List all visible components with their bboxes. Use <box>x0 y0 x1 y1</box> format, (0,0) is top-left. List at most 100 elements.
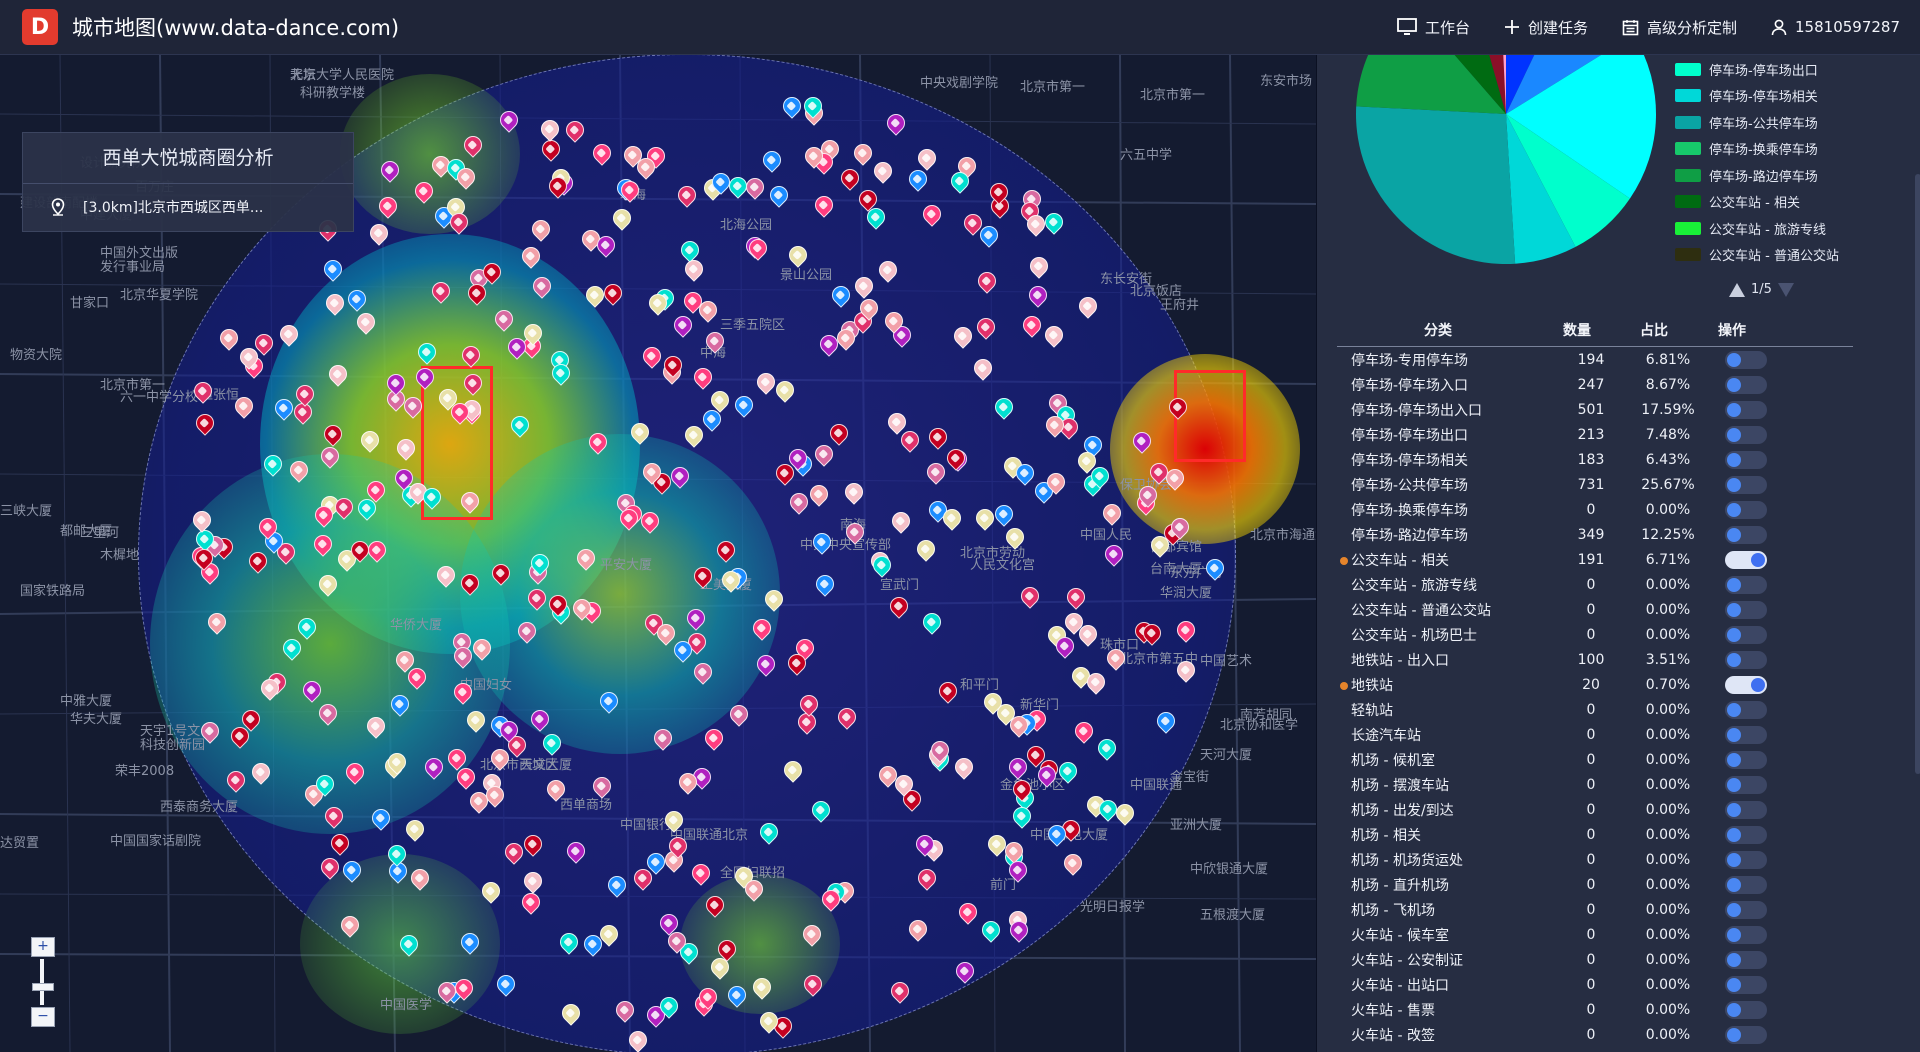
poi-marker[interactable] <box>231 393 257 419</box>
poi-marker[interactable] <box>248 759 274 785</box>
poi-marker[interactable] <box>315 571 341 597</box>
poi-marker[interactable] <box>491 306 517 332</box>
poi-marker[interactable] <box>227 723 253 749</box>
poi-marker[interactable] <box>927 737 953 763</box>
poi-marker[interactable] <box>1202 555 1228 581</box>
poi-marker[interactable] <box>772 377 798 403</box>
poi-marker[interactable] <box>756 819 782 845</box>
poi-marker[interactable] <box>504 334 530 360</box>
poi-marker[interactable] <box>527 550 553 576</box>
poi-marker[interactable] <box>808 797 834 823</box>
poi-marker[interactable] <box>478 878 504 904</box>
row-toggle[interactable] <box>1725 425 1767 444</box>
poi-marker[interactable] <box>344 286 370 312</box>
analysis-location[interactable]: [3.0km]北京市西城区西单... <box>23 184 353 230</box>
nav-workbench[interactable]: 工作台 <box>1397 17 1470 38</box>
poi-marker[interactable] <box>524 585 550 611</box>
poi-marker[interactable] <box>545 173 571 199</box>
row-toggle[interactable] <box>1725 975 1767 994</box>
poi-marker[interactable] <box>377 157 403 183</box>
poi-marker[interactable] <box>363 477 389 503</box>
poi-marker[interactable] <box>320 421 346 447</box>
poi-marker[interactable] <box>828 282 854 308</box>
row-toggle[interactable] <box>1725 850 1767 869</box>
poi-marker[interactable] <box>518 243 544 269</box>
row-toggle[interactable] <box>1725 1025 1767 1044</box>
legend-item[interactable]: 停车场-停车场出口 <box>1675 56 1875 83</box>
poi-marker[interactable] <box>1043 469 1069 495</box>
poi-marker[interactable] <box>1173 657 1199 683</box>
row-toggle[interactable] <box>1725 800 1767 819</box>
poi-marker[interactable] <box>919 201 945 227</box>
row-toggle[interactable] <box>1725 700 1767 719</box>
poi-marker[interactable] <box>818 886 844 912</box>
poi-marker[interactable] <box>943 445 969 471</box>
poi-marker[interactable] <box>799 921 825 947</box>
poi-marker[interactable] <box>870 158 896 184</box>
poi-marker[interactable] <box>600 280 626 306</box>
poi-marker[interactable] <box>786 489 812 515</box>
poi-marker[interactable] <box>753 369 779 395</box>
poi-marker[interactable] <box>518 889 544 915</box>
poi-marker[interactable] <box>589 773 615 799</box>
poi-marker[interactable] <box>1017 583 1043 609</box>
poi-marker[interactable] <box>925 424 951 450</box>
poi-marker[interactable] <box>414 339 440 365</box>
row-toggle[interactable] <box>1725 475 1767 494</box>
poi-marker[interactable] <box>702 328 728 354</box>
poi-marker[interactable] <box>952 958 978 984</box>
poi-marker[interactable] <box>545 591 571 617</box>
poi-marker[interactable] <box>1083 669 1109 695</box>
poi-marker[interactable] <box>653 620 679 646</box>
poi-marker[interactable] <box>625 1027 651 1052</box>
poi-marker[interactable] <box>279 635 305 661</box>
row-toggle[interactable] <box>1725 750 1767 769</box>
poi-marker[interactable] <box>702 892 728 918</box>
poi-marker[interactable] <box>493 971 519 997</box>
map-canvas[interactable]: 北京大学人民医院科研教学楼中央戏剧学院北京市第一设计研究院百万庄中建大厦建设部南… <box>0 54 1316 1052</box>
poi-marker[interactable] <box>596 921 622 947</box>
poi-marker[interactable] <box>1061 609 1087 635</box>
poi-marker[interactable] <box>1146 459 1172 485</box>
poi-marker[interactable] <box>1026 253 1052 279</box>
poi-marker[interactable] <box>294 614 320 640</box>
poi-marker[interactable] <box>1052 633 1078 659</box>
poi-marker[interactable] <box>1006 917 1032 943</box>
poi-marker[interactable] <box>464 280 490 306</box>
poi-marker[interactable] <box>383 370 409 396</box>
poi-marker[interactable] <box>674 182 700 208</box>
poi-marker[interactable] <box>935 678 961 704</box>
poi-marker[interactable] <box>888 508 914 534</box>
poi-marker[interactable] <box>766 182 792 208</box>
poi-marker[interactable] <box>538 136 564 162</box>
poi-marker[interactable] <box>837 165 863 191</box>
poi-marker[interactable] <box>914 145 940 171</box>
poi-marker[interactable] <box>681 256 707 282</box>
poi-marker[interactable] <box>1139 620 1165 646</box>
poi-marker[interactable] <box>363 713 389 739</box>
row-toggle[interactable] <box>1725 950 1767 969</box>
poi-marker[interactable] <box>749 974 775 1000</box>
poi-marker[interactable] <box>320 256 346 282</box>
poi-marker[interactable] <box>364 537 390 563</box>
poi-marker[interactable] <box>317 854 343 880</box>
poi-marker[interactable] <box>558 1000 584 1026</box>
poi-marker[interactable] <box>453 164 479 190</box>
poi-marker[interactable] <box>419 484 445 510</box>
poi-marker[interactable] <box>339 857 365 883</box>
poi-marker[interactable] <box>637 508 663 534</box>
poi-marker[interactable] <box>725 173 751 199</box>
poi-marker[interactable] <box>951 754 977 780</box>
poi-marker[interactable] <box>780 757 806 783</box>
poi-marker[interactable] <box>1162 465 1188 491</box>
poi-marker[interactable] <box>675 769 701 795</box>
poi-marker[interactable] <box>976 222 1002 248</box>
poi-marker[interactable] <box>875 257 901 283</box>
poi-marker[interactable] <box>708 169 734 195</box>
poi-marker[interactable] <box>447 399 473 425</box>
poi-marker[interactable] <box>984 831 1010 857</box>
poi-marker[interactable] <box>310 531 336 557</box>
poi-marker[interactable] <box>337 912 363 938</box>
poi-marker[interactable] <box>391 465 417 491</box>
poi-marker[interactable] <box>856 295 882 321</box>
